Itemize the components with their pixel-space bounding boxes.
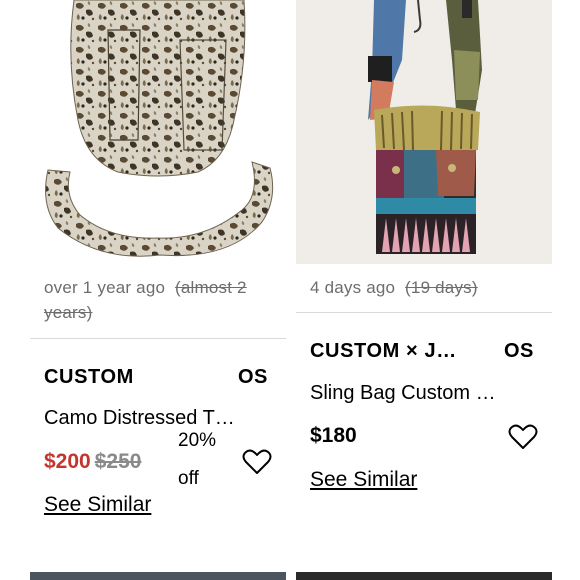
price-group: $180	[310, 424, 357, 448]
sale-price: $200	[44, 450, 91, 473]
item-title[interactable]: Sling Bag Custom …	[310, 382, 520, 405]
next-listing-photo[interactable]	[30, 572, 286, 580]
card-divider	[296, 312, 552, 313]
original-listing-time: (19 days)	[405, 278, 478, 297]
designer-name[interactable]: CUSTOM	[44, 366, 134, 389]
patchwork-sling-bag-photo	[296, 0, 552, 264]
listing-photo-sling-bag[interactable]	[296, 0, 552, 264]
see-similar-link[interactable]: See Similar	[310, 468, 417, 492]
camo-bag-photo	[30, 0, 286, 264]
price: $180	[310, 424, 357, 447]
listing-time: over 1 year ago (almost 2 years)	[44, 275, 274, 325]
listing-photo-camo-bag[interactable]	[30, 0, 286, 264]
item-size: OS	[504, 340, 534, 362]
heart-icon[interactable]	[508, 423, 538, 451]
listing-time: 4 days ago (19 days)	[310, 275, 540, 300]
time-ago: 4 days ago	[310, 278, 396, 297]
heart-icon[interactable]	[242, 448, 272, 476]
item-size: OS	[238, 366, 268, 388]
discount-label: 20% off	[178, 430, 217, 489]
original-price: $250	[94, 450, 142, 473]
next-listing-photo[interactable]	[296, 572, 552, 580]
price-group: $200 $250	[44, 450, 141, 474]
card-divider	[30, 338, 286, 339]
see-similar-link[interactable]: See Similar	[44, 493, 151, 517]
designer-name[interactable]: CUSTOM × J…	[310, 340, 457, 363]
time-ago: over 1 year ago	[44, 278, 166, 297]
